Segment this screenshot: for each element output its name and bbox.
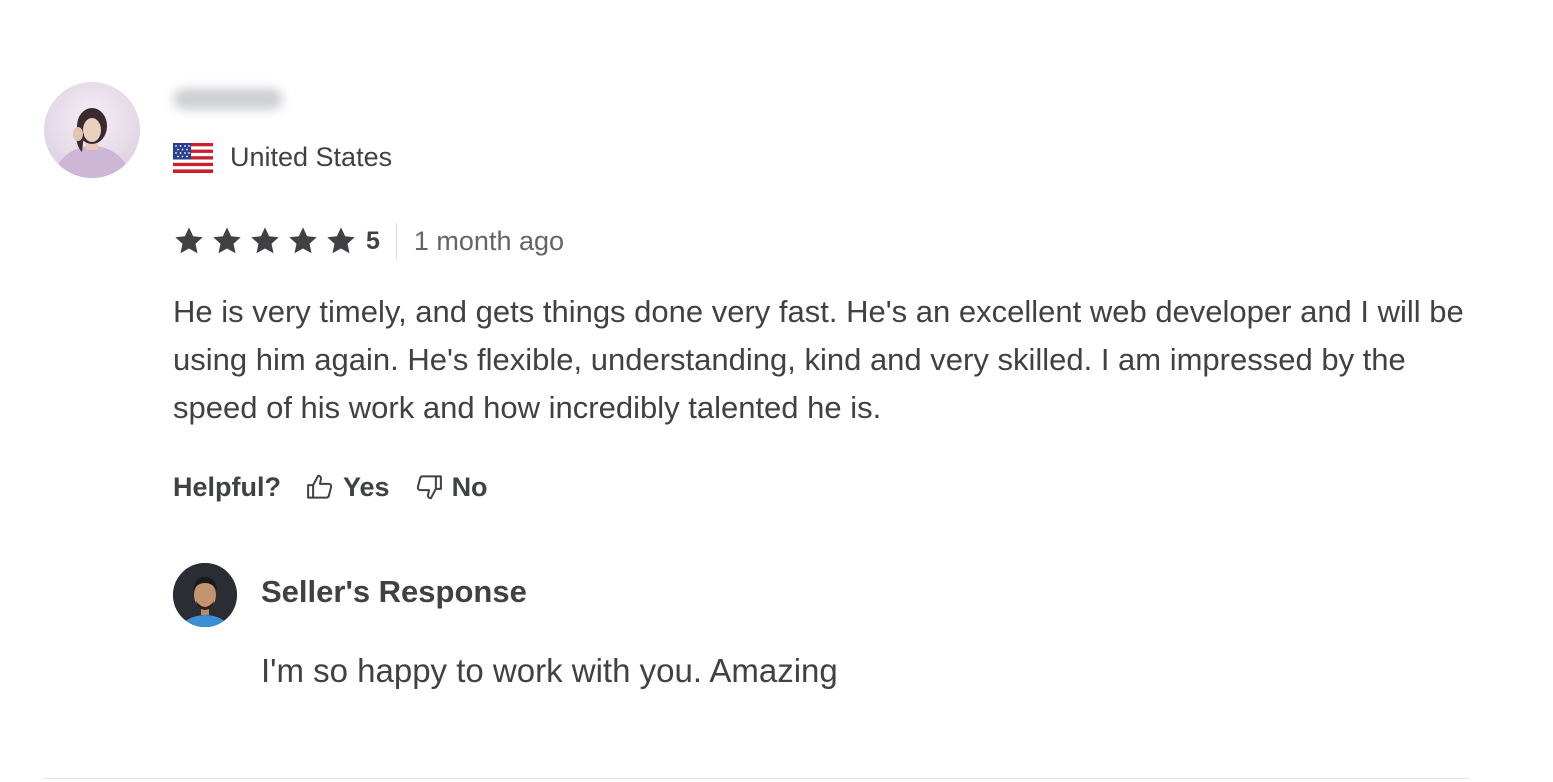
reviewer-country: United States [173, 142, 392, 173]
seller-response-text: I'm so happy to work with you. Amazing [261, 652, 838, 689]
thumbs-up-icon [307, 474, 333, 499]
review-time: 1 month ago [413, 225, 565, 256]
rating-row: 5 1 month ago [173, 222, 564, 260]
star-icon [327, 227, 355, 254]
star-icon [289, 227, 317, 254]
helpful-label: Helpful? [173, 471, 281, 502]
helpful-row: Helpful? Yes No [173, 468, 512, 506]
star-icon [213, 227, 241, 254]
country-name: United States [230, 142, 393, 172]
star-icon [175, 227, 203, 254]
seller-avatar[interactable] [173, 563, 237, 627]
thumbs-down-icon [416, 475, 442, 500]
helpful-yes-button[interactable]: Yes [305, 472, 390, 503]
star-icon [251, 227, 279, 254]
helpful-no-button[interactable]: No [414, 472, 488, 503]
reviewer-name[interactable] [173, 88, 283, 110]
no-label: No [451, 471, 488, 502]
divider [395, 223, 397, 259]
section-divider [44, 778, 1469, 779]
review-text: He is very timely, and gets things done … [173, 294, 1464, 425]
yes-label: Yes [343, 471, 390, 502]
seller-response-title: Seller's Response [261, 574, 527, 609]
rating-value: 5 [366, 226, 380, 255]
star-rating [173, 225, 357, 257]
reviewer-avatar[interactable] [44, 82, 140, 178]
us-flag-icon [173, 142, 213, 173]
